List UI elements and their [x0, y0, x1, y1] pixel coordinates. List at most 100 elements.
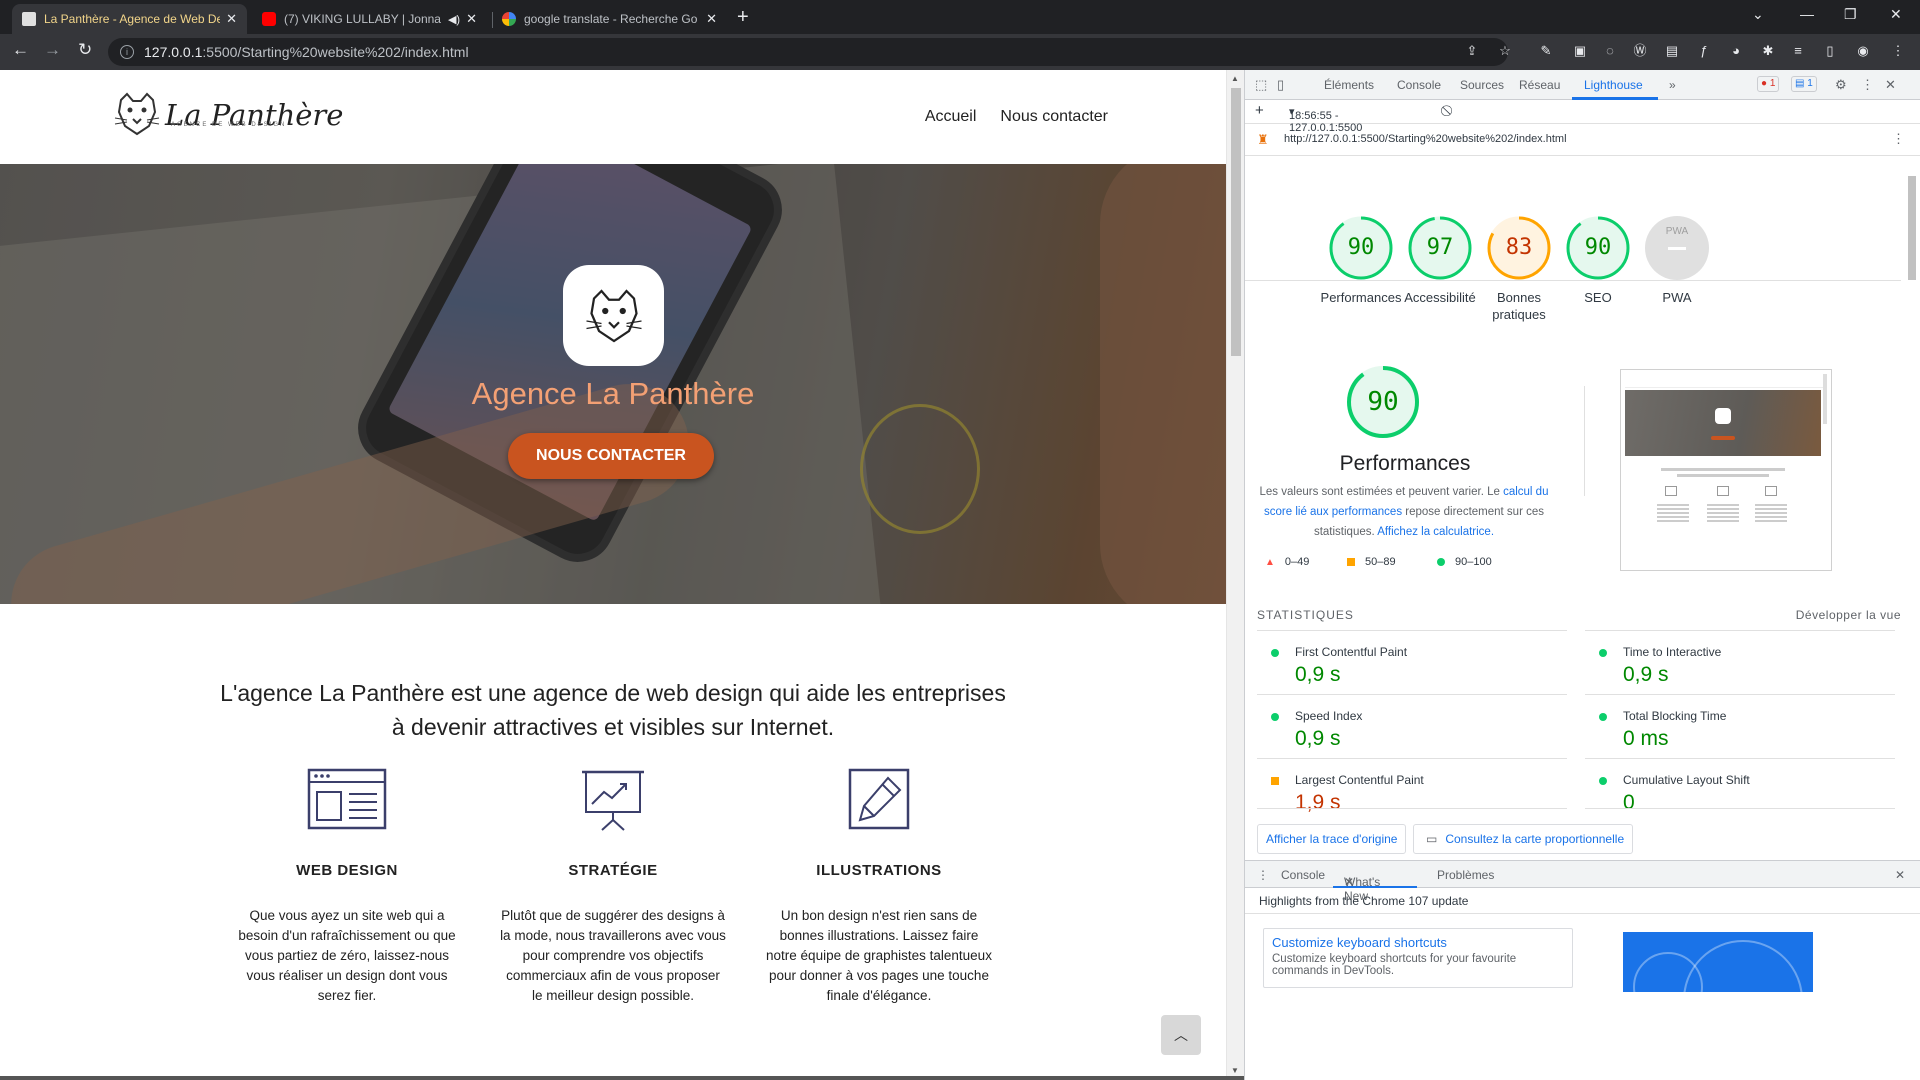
report-menu-icon[interactable]: ⋮: [1892, 131, 1905, 147]
metric-item: Speed Index 0,9 s: [1257, 694, 1567, 758]
metric-name: Speed Index: [1295, 709, 1363, 723]
page-screenshot-thumbnail[interactable]: [1620, 369, 1832, 571]
pencil-square-icon: [848, 768, 910, 830]
forward-icon[interactable]: →: [44, 40, 61, 60]
pass-circle-icon: [1599, 777, 1607, 785]
scrollbar-thumb[interactable]: [1231, 88, 1241, 356]
whats-new-illustration: [1623, 932, 1813, 992]
report-url[interactable]: http://127.0.0.1:5500/Starting%20website…: [1284, 133, 1567, 145]
tab-title: (7) VIKING LULLABY | Jonna J: [284, 12, 442, 26]
bookmark-star-icon[interactable]: ☆: [1497, 43, 1513, 59]
back-icon[interactable]: ←: [12, 40, 29, 60]
perf-title: Performances: [1339, 452, 1471, 475]
tab-viking-lullaby[interactable]: (7) VIKING LULLABY | Jonna J ◀) ✕: [252, 4, 487, 34]
legend-fail: ▲ 0–49: [1265, 556, 1310, 568]
site-logo[interactable]: La Panthère AGENCE DE WEB DESIGN: [113, 92, 343, 136]
drawer-tab-problems[interactable]: Problèmes: [1437, 868, 1494, 882]
restore-icon[interactable]: ❐: [1844, 6, 1857, 23]
score-gauge[interactable]: 83: [1486, 215, 1552, 281]
tab-la-panthere[interactable]: La Panthère - Agence de Web De ✕: [12, 4, 247, 34]
chevron-up-icon: ︿: [1174, 1027, 1188, 1043]
drawer-tab-console[interactable]: Console: [1281, 868, 1325, 882]
pass-circle-icon: [1599, 713, 1607, 721]
tab-title: google translate - Recherche Go: [524, 12, 698, 26]
messages-badge[interactable]: ▤ 1: [1791, 76, 1817, 92]
close-icon[interactable]: ✕: [226, 11, 237, 27]
window-bottom-edge: [0, 1076, 1244, 1080]
page-scrollbar[interactable]: ▲ ▼: [1226, 70, 1244, 1080]
perf-description: Les valeurs sont estimées et peuvent var…: [1259, 486, 1549, 538]
menu-kebab-icon[interactable]: ⋮: [1890, 43, 1906, 59]
tab-sources[interactable]: Sources: [1460, 78, 1504, 92]
score-gauge[interactable]: 90: [1565, 215, 1631, 281]
triangle-icon: ▲: [1265, 556, 1275, 568]
extension-square-icon[interactable]: ▣: [1572, 43, 1588, 59]
extension-doc-icon[interactable]: ▤: [1664, 43, 1680, 59]
new-report-icon[interactable]: +: [1255, 102, 1264, 119]
report-select[interactable]: 18:56:55 - 127.0.0.1:5500 ▾: [1289, 105, 1362, 134]
reload-icon[interactable]: ↻: [78, 40, 92, 60]
whats-new-card[interactable]: Customize keyboard shortcuts Customize k…: [1263, 928, 1573, 988]
close-icon[interactable]: ✕: [466, 11, 477, 27]
score-gauge[interactable]: 97: [1407, 215, 1473, 281]
treemap-button[interactable]: ▭ Consultez la carte proportionnelle: [1413, 824, 1634, 854]
new-tab-icon[interactable]: +: [737, 6, 749, 29]
window-close-icon[interactable]: ✕: [1890, 6, 1902, 23]
close-icon[interactable]: ✕: [706, 11, 717, 27]
expand-view-toggle[interactable]: Développer la vue: [1796, 608, 1901, 622]
website-viewport: La Panthère AGENCE DE WEB DESIGN Accueil…: [0, 70, 1226, 1080]
pass-circle-icon: [1271, 713, 1279, 721]
nav-link-contact[interactable]: Nous contacter: [1000, 108, 1108, 126]
tab-console[interactable]: Console: [1397, 78, 1441, 92]
main-nav: Accueil Nous contacter: [925, 108, 1108, 126]
devtools-menu-icon[interactable]: ⋮: [1861, 77, 1874, 93]
tab-network[interactable]: Réseau: [1519, 78, 1560, 92]
extension-circle-icon[interactable]: ◌: [1602, 43, 1618, 59]
settings-gear-icon[interactable]: ⚙: [1835, 77, 1847, 93]
extension-w-icon[interactable]: Ⓦ: [1632, 43, 1648, 59]
contact-button[interactable]: NOUS CONTACTER: [508, 433, 714, 479]
close-drawer-icon[interactable]: ✕: [1895, 868, 1905, 882]
scroll-up-icon[interactable]: ▲: [1231, 74, 1239, 83]
feature-title: STRATÉGIE: [568, 862, 658, 879]
tab-search-icon[interactable]: ⌄: [1752, 6, 1764, 23]
device-toolbar-icon[interactable]: ▯: [1277, 77, 1284, 93]
tab-lighthouse[interactable]: Lighthouse: [1584, 78, 1643, 92]
profile-avatar[interactable]: ◉: [1855, 43, 1871, 59]
score-gauge[interactable]: PWA: [1644, 215, 1710, 281]
scroll-down-icon[interactable]: ▼: [1231, 1066, 1239, 1075]
site-info-icon[interactable]: i: [120, 45, 134, 59]
card-title[interactable]: Customize keyboard shortcuts: [1272, 935, 1447, 950]
extension-pen-icon[interactable]: ✎: [1538, 43, 1554, 59]
side-panel-icon[interactable]: ▯: [1822, 43, 1838, 59]
feature-text: Plutôt que de suggérer des designs à la …: [500, 908, 726, 1003]
errors-badge[interactable]: ● 1: [1757, 76, 1780, 92]
report-scrollbar[interactable]: [1904, 156, 1918, 860]
perf-score: 90: [1367, 387, 1399, 417]
minimize-icon[interactable]: —: [1800, 6, 1814, 22]
close-devtools-icon[interactable]: ✕: [1885, 77, 1896, 93]
score-gauge[interactable]: 90: [1328, 215, 1394, 281]
metric-item: First Contentful Paint 0,9 s: [1257, 630, 1567, 694]
more-tabs-button[interactable]: »: [1669, 78, 1676, 92]
tab-google-translate[interactable]: google translate - Recherche Go ✕: [492, 4, 727, 34]
view-trace-button[interactable]: Afficher la trace d'origine: [1257, 824, 1407, 854]
intro-line: L'agence La Panthère est une agence de w…: [220, 680, 1006, 706]
extension-color-icon[interactable]: ◕: [1728, 43, 1744, 59]
inspect-element-icon[interactable]: ⬚: [1255, 77, 1267, 93]
scrollbar-thumb[interactable]: [1908, 176, 1916, 280]
address-bar[interactable]: i 127.0.0.1:5500/Starting%20website%202/…: [108, 38, 1508, 66]
back-to-top-button[interactable]: ︿: [1161, 1015, 1201, 1055]
drawer-menu-icon[interactable]: ⋮: [1257, 868, 1269, 882]
nav-link-accueil[interactable]: Accueil: [925, 108, 977, 126]
share-icon[interactable]: ⇪: [1464, 43, 1480, 59]
tab-elements[interactable]: Éléments: [1324, 78, 1374, 92]
presentation-chart-icon: [582, 770, 644, 831]
speaker-icon[interactable]: ◀): [448, 13, 460, 26]
extension-fx-icon[interactable]: ƒ: [1696, 43, 1712, 59]
calculator-link[interactable]: Affichez la calculatrice.: [1377, 526, 1494, 538]
extensions-puzzle-icon[interactable]: ✱: [1760, 43, 1776, 59]
reading-list-icon[interactable]: ≡: [1790, 43, 1806, 59]
whats-new-heading: Highlights from the Chrome 107 update: [1259, 894, 1469, 908]
metric-name: Largest Contentful Paint: [1295, 773, 1424, 787]
